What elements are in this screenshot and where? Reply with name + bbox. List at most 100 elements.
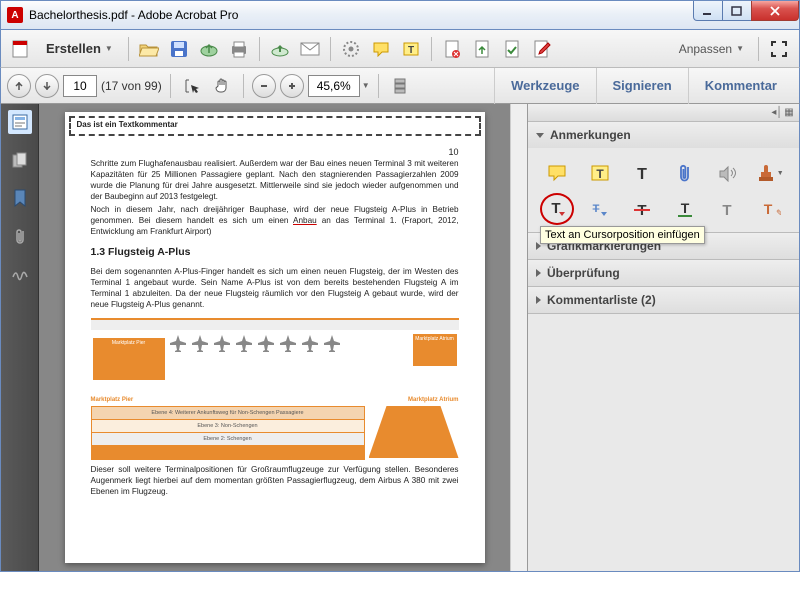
text-tool-icon[interactable]: T bbox=[621, 158, 664, 188]
svg-text:T: T bbox=[763, 201, 772, 217]
prev-page-button[interactable] bbox=[7, 74, 31, 98]
svg-text:✎: ✎ bbox=[776, 208, 781, 218]
email-icon[interactable] bbox=[296, 35, 324, 63]
review-label: Überprüfung bbox=[547, 266, 620, 280]
window-maximize-button[interactable] bbox=[722, 1, 752, 21]
panel-collapse-icon[interactable]: ◂│ bbox=[771, 107, 783, 119]
body-paragraph: Schritte zum Flughafenausbau realisiert.… bbox=[91, 158, 459, 202]
left-nav-panel bbox=[1, 104, 39, 571]
create-pdf-icon[interactable] bbox=[7, 35, 35, 63]
page-number-input[interactable] bbox=[63, 75, 97, 97]
document-page: Das ist ein Textkommentar 10 Schritte zu… bbox=[65, 112, 485, 563]
main-toolbar: Erstellen▼ T Anpassen▼ bbox=[0, 30, 800, 68]
window-titlebar: A Bachelorthesis.pdf - Adobe Acrobat Pro bbox=[0, 0, 800, 30]
zoom-input[interactable] bbox=[308, 75, 360, 97]
svg-text:T: T bbox=[552, 200, 561, 217]
diagram: Marktplatz Pier Marktplatz Atrium bbox=[91, 318, 459, 460]
diagram-row: Ebene 2: Schengen bbox=[92, 433, 364, 446]
document-viewport[interactable]: Das ist ein Textkommentar 10 Schritte zu… bbox=[39, 104, 510, 571]
document-up-icon[interactable] bbox=[468, 35, 496, 63]
document-edit-icon[interactable] bbox=[528, 35, 556, 63]
comment-text: Das ist ein Textkommentar bbox=[77, 120, 178, 131]
create-label: Erstellen bbox=[46, 41, 101, 56]
page-number: 10 bbox=[448, 146, 458, 158]
chevron-down-icon bbox=[536, 133, 544, 138]
panel-menu-icon[interactable]: ▦ bbox=[783, 107, 795, 119]
tooltip: Text an Cursorposition einfügen bbox=[540, 226, 705, 244]
bookmarks-panel-icon[interactable] bbox=[8, 186, 32, 210]
review-section-header[interactable]: Überprüfung bbox=[528, 260, 799, 286]
annotations-label: Anmerkungen bbox=[550, 128, 631, 142]
save-icon[interactable] bbox=[165, 35, 193, 63]
sticky-note-tool-icon[interactable] bbox=[536, 158, 579, 188]
underline-tool-icon[interactable]: T bbox=[664, 194, 707, 224]
annotations-section-header[interactable]: Anmerkungen bbox=[528, 122, 799, 148]
customize-label: Anpassen bbox=[679, 42, 732, 56]
comment-panel: ◂│ ▦ Anmerkungen T T ▼ T T T T bbox=[527, 104, 799, 571]
body-paragraph: Bei dem sogenannten A-Plus-Finger handel… bbox=[91, 266, 459, 310]
share-icon[interactable] bbox=[266, 35, 294, 63]
diagram-row: Ebene 4: Weiterer Ankunftsweg für Non-Sc… bbox=[92, 407, 364, 420]
attachments-panel-icon[interactable] bbox=[8, 224, 32, 248]
sticky-note-icon[interactable] bbox=[367, 35, 395, 63]
app-icon: A bbox=[7, 7, 23, 23]
navigation-toolbar: (17 von 99) ▼ Werkzeuge Signieren Kommen… bbox=[0, 68, 800, 104]
hand-tool-icon[interactable] bbox=[209, 73, 235, 99]
panel-header: ◂│ ▦ bbox=[528, 104, 799, 122]
insert-text-tool-icon[interactable]: T bbox=[536, 194, 579, 224]
diagram-row: Ebene 3: Non-Schengen bbox=[92, 420, 364, 433]
select-tool-icon[interactable] bbox=[179, 73, 205, 99]
comment-tab[interactable]: Kommentar bbox=[688, 68, 793, 104]
zoom-out-button[interactable] bbox=[252, 74, 276, 98]
stamp-tool-icon[interactable]: ▼ bbox=[749, 158, 792, 188]
customize-button[interactable]: Anpassen▼ bbox=[671, 42, 752, 56]
svg-text:T: T bbox=[637, 166, 647, 183]
attach-tool-icon[interactable] bbox=[664, 158, 707, 188]
pages-panel-icon[interactable] bbox=[8, 148, 32, 172]
create-button[interactable]: Erstellen▼ bbox=[37, 35, 122, 63]
document-delete-icon[interactable] bbox=[438, 35, 466, 63]
tools-tab[interactable]: Werkzeuge bbox=[494, 68, 595, 104]
thumbnails-panel-icon[interactable] bbox=[8, 110, 32, 134]
highlight-text-icon[interactable]: T bbox=[397, 35, 425, 63]
text-box-tool-icon[interactable]: T bbox=[706, 194, 749, 224]
open-icon[interactable] bbox=[135, 35, 163, 63]
settings-icon[interactable] bbox=[337, 35, 365, 63]
svg-text:T: T bbox=[723, 202, 732, 219]
window-close-button[interactable] bbox=[751, 1, 799, 21]
chevron-right-icon bbox=[536, 296, 541, 304]
zoom-in-button[interactable] bbox=[280, 74, 304, 98]
sign-tab[interactable]: Signieren bbox=[596, 68, 688, 104]
next-page-button[interactable] bbox=[35, 74, 59, 98]
vertical-scrollbar[interactable] bbox=[510, 104, 527, 571]
svg-text:T: T bbox=[596, 167, 604, 181]
window-minimize-button[interactable] bbox=[693, 1, 723, 21]
print-icon[interactable] bbox=[225, 35, 253, 63]
svg-text:T: T bbox=[592, 203, 599, 215]
window-title: Bachelorthesis.pdf - Adobe Acrobat Pro bbox=[29, 8, 694, 22]
body-paragraph: Dieser soll weitere Terminalpositionen f… bbox=[91, 464, 459, 497]
underlined-word: Anbau bbox=[293, 216, 317, 225]
body-paragraph: Noch in diesem Jahr, nach dreijähriger B… bbox=[91, 204, 459, 237]
cloud-icon[interactable] bbox=[195, 35, 223, 63]
fullscreen-icon[interactable] bbox=[765, 35, 793, 63]
document-check-icon[interactable] bbox=[498, 35, 526, 63]
comment-list-section-header[interactable]: Kommentarliste (2) bbox=[528, 287, 799, 313]
audio-tool-icon[interactable] bbox=[706, 158, 749, 188]
section-heading: 1.3 Flugsteig A-Plus bbox=[91, 245, 459, 259]
comment-list-label: Kommentarliste (2) bbox=[547, 293, 656, 307]
diagram-row bbox=[92, 446, 364, 459]
highlight-tool-icon[interactable]: T bbox=[579, 158, 622, 188]
page-count-label: (17 von 99) bbox=[101, 79, 162, 93]
svg-text:T: T bbox=[680, 200, 689, 216]
text-correction-tool-icon[interactable]: T✎ bbox=[749, 194, 792, 224]
diagram-label: Marktplatz Pier bbox=[91, 396, 134, 404]
chevron-right-icon bbox=[536, 269, 541, 277]
svg-text:T: T bbox=[408, 45, 414, 56]
strikethrough-tool-icon[interactable]: T bbox=[621, 194, 664, 224]
fit-width-icon[interactable] bbox=[387, 73, 413, 99]
signatures-panel-icon[interactable] bbox=[8, 262, 32, 286]
replace-text-tool-icon[interactable]: T bbox=[579, 194, 622, 224]
diagram-label: Marktplatz Atrium bbox=[408, 396, 458, 404]
plane-icon bbox=[169, 334, 187, 352]
